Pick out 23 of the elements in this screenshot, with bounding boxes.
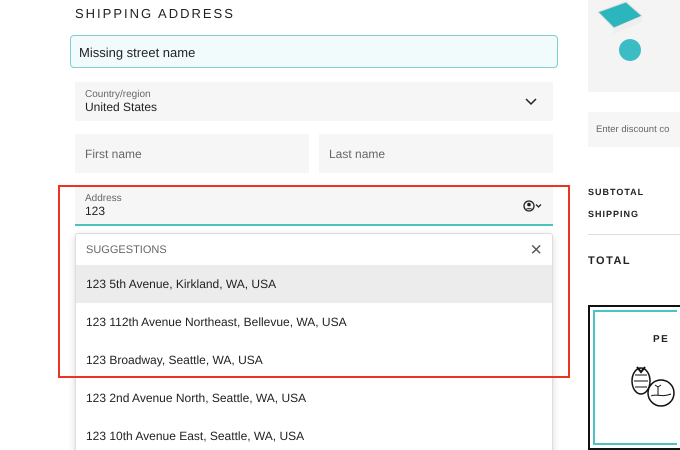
country-select[interactable]: Country/region United States xyxy=(75,82,553,121)
chevron-down-icon xyxy=(525,98,537,106)
last-name-field[interactable]: Last name xyxy=(319,134,553,173)
suggestion-item[interactable]: 123 112th Avenue Northeast, Bellevue, WA, USA xyxy=(76,303,552,341)
field-label: Address xyxy=(85,193,123,204)
account-chevron-icon[interactable] xyxy=(523,200,543,212)
suggestion-item[interactable]: 123 2nd Avenue North, Seattle, WA, USA xyxy=(76,379,552,417)
summary-label: SUBTOTAL xyxy=(588,187,646,198)
suggestion-item[interactable]: 123 Broadway, Seattle, WA, USA xyxy=(76,341,552,379)
discount-code-field[interactable]: Enter discount co xyxy=(588,112,680,148)
field-label: Country/region xyxy=(85,89,152,100)
suggestions-heading: SUGGESTIONS xyxy=(86,244,167,256)
close-button[interactable]: × xyxy=(528,240,544,260)
suggestion-item[interactable]: 123 5th Avenue, Kirkland, WA, USA xyxy=(76,265,552,303)
field-value: United States xyxy=(85,100,158,114)
address-input[interactable]: 123 xyxy=(85,204,145,218)
suggestion-item[interactable]: 123 10th Avenue East, Seattle, WA, USA xyxy=(76,417,552,450)
error-message: Missing street name xyxy=(70,35,558,68)
total-label: TOTAL xyxy=(588,255,632,268)
promo-title: PE xyxy=(653,334,670,346)
summary-label: SHIPPING xyxy=(588,209,640,220)
section-title: SHIPPING ADDRESS xyxy=(74,5,236,23)
first-name-field[interactable]: First name xyxy=(75,134,309,173)
